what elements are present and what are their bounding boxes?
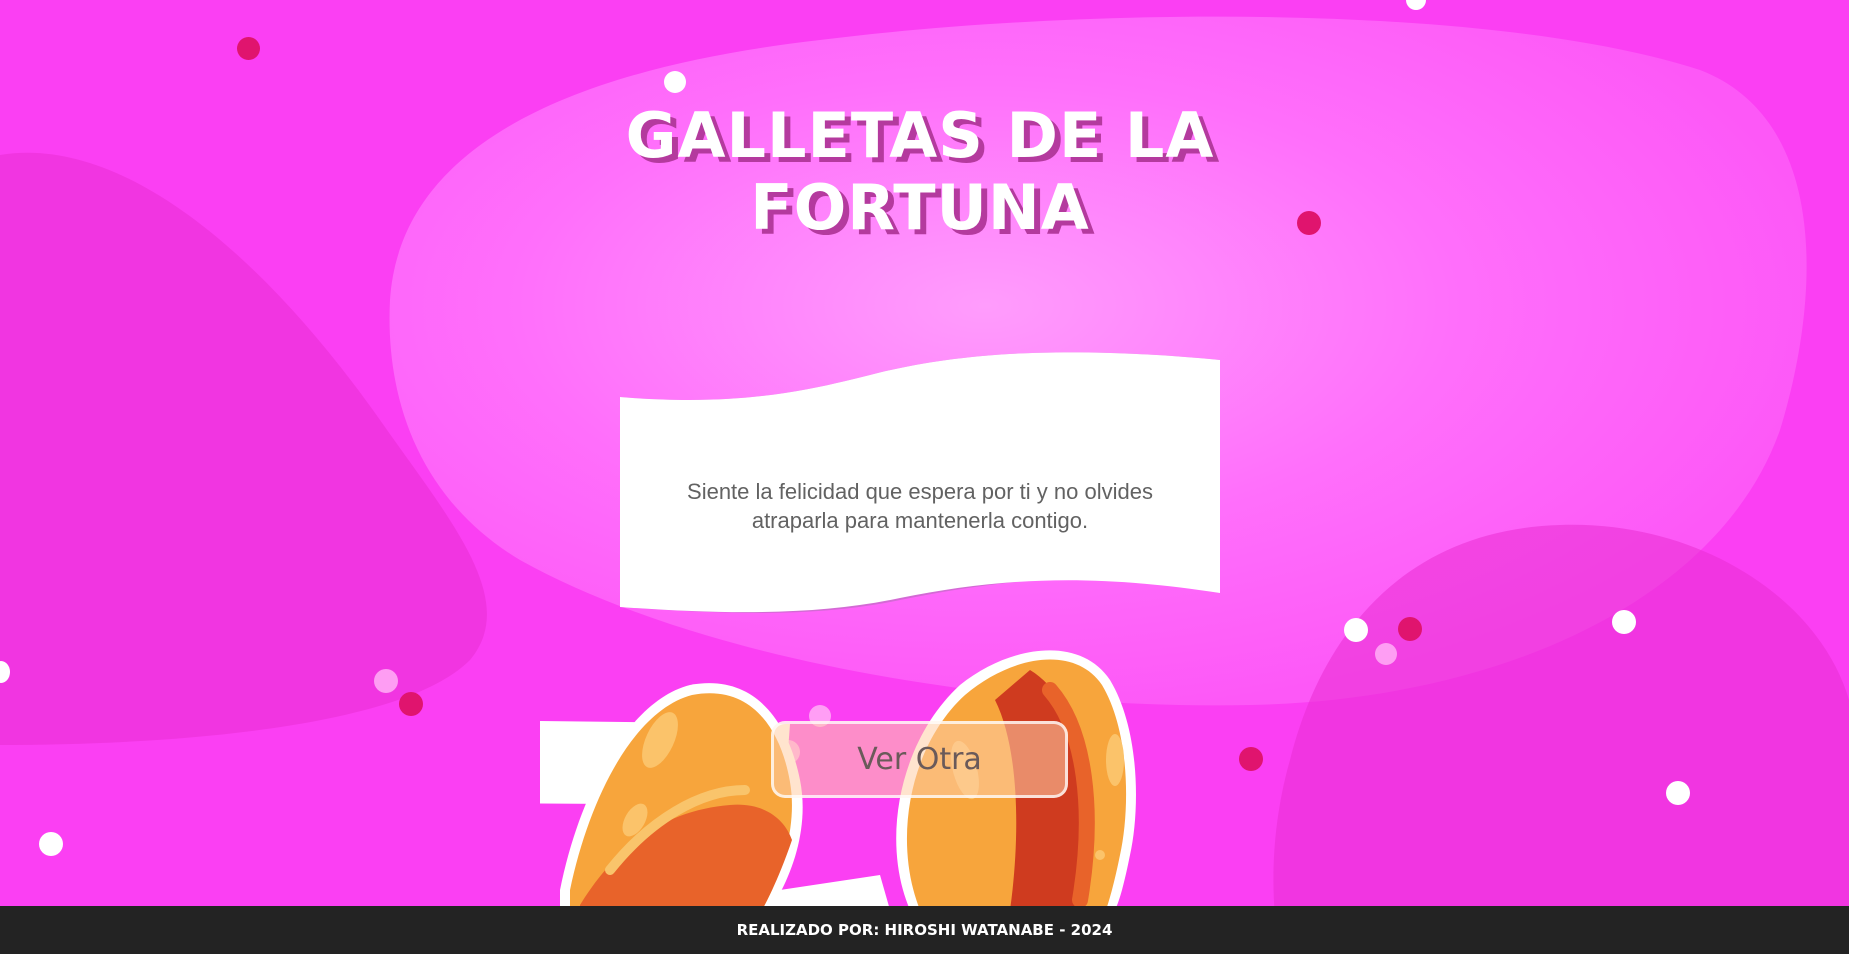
title-line-2: FORTUNA [750, 171, 1090, 244]
decor-dot [374, 669, 398, 693]
decor-dot [1612, 610, 1636, 634]
fortune-message: Siente la felicidad que espera por ti y … [687, 479, 1153, 533]
decor-dot [1297, 211, 1321, 235]
decor-dot [399, 692, 423, 716]
decor-dot [39, 832, 63, 856]
decor-dot [1406, 0, 1426, 10]
page-title: GALLETAS DE LA FORTUNA [620, 100, 1220, 244]
left-cookie-icon [560, 683, 803, 910]
decor-dot [237, 37, 260, 60]
title-line-1: GALLETAS DE LA [625, 99, 1215, 172]
decor-dot [1344, 618, 1368, 642]
footer-credit: REALIZADO POR: HIROSHI WATANABE - 2024 [0, 906, 1849, 954]
decor-dot [1666, 781, 1690, 805]
see-another-button[interactable]: Ver Otra [771, 721, 1068, 798]
decor-dot [0, 661, 10, 683]
page-background: GALLETAS DE LA FORTUNA Siente la felicid… [0, 0, 1849, 954]
decor-dot [664, 71, 686, 93]
decor-dot [1398, 617, 1422, 641]
decor-dot [1375, 643, 1397, 665]
fortune-note: Siente la felicidad que espera por ti y … [620, 345, 1220, 615]
